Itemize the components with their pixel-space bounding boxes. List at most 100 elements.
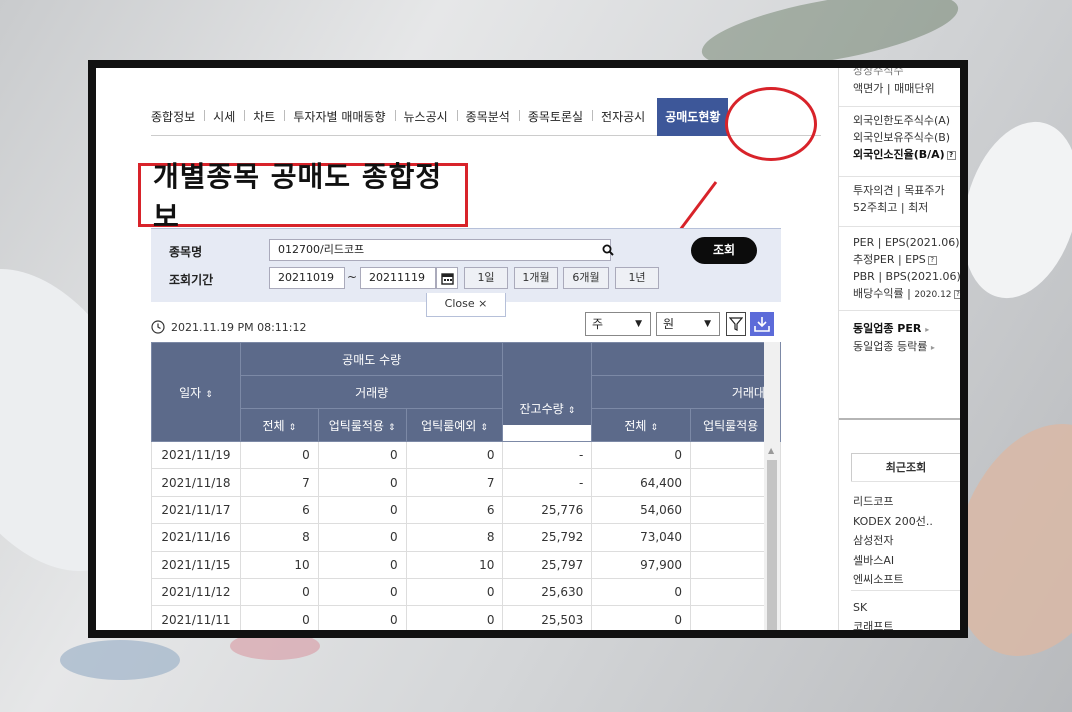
timestamp-text: 2021.11.19 PM 08:11:12 <box>171 320 307 334</box>
recent-item[interactable]: 셀바스AI <box>853 551 933 571</box>
col-empty-header <box>591 342 781 376</box>
sidebar-sector-block: 동일업종 PER ▸ 동일업종 등락률 ▸ <box>853 320 935 356</box>
col-total-header[interactable]: 전체 ⇕ <box>239 408 319 442</box>
opinion-row: 투자의견 | 목표주가 <box>853 184 945 197</box>
recent-item[interactable]: 삼성전자 <box>853 531 933 551</box>
table-row: 2021/11/17 6 0 6 25,776 54,060 <box>151 495 781 525</box>
foreign-ratio-row: 외국인소진율(B/A)? <box>853 146 956 163</box>
value-cell: 6 <box>239 495 319 525</box>
value-cell: 54,060 <box>591 495 692 525</box>
calendar-button[interactable] <box>436 267 458 289</box>
tab-chart[interactable]: 차트 <box>244 108 284 125</box>
scroll-up-icon[interactable]: ▲ <box>768 446 774 455</box>
value-cell: 7 <box>405 468 504 497</box>
value-cell: 0 <box>317 440 407 470</box>
sidebar-divider <box>851 481 960 482</box>
recent-item[interactable]: 엔씨소프트 <box>853 570 933 590</box>
period-label: 조회기간 <box>169 273 214 287</box>
sidebar-divider <box>851 590 960 591</box>
sector-per-label: 동일업종 PER <box>853 322 922 335</box>
value-cell: 6 <box>405 495 504 525</box>
scroll-thumb[interactable] <box>767 460 777 630</box>
sort-icon: ⇕ <box>480 422 488 433</box>
value-cell: 0 <box>239 440 319 470</box>
col-total-label: 전체 <box>262 418 285 433</box>
help-icon[interactable]: ? <box>927 255 937 265</box>
query-button[interactable]: 조회 <box>691 237 757 264</box>
sort-icon: ⇕ <box>650 422 658 433</box>
unit-select[interactable]: 주 ▼ <box>585 312 651 336</box>
value-cell: 10 <box>405 550 504 579</box>
sidebar-divider-thick <box>839 418 960 420</box>
tab-investor-trend[interactable]: 투자자별 매매동향 <box>284 108 394 125</box>
currency-select[interactable]: 원 ▼ <box>656 312 720 336</box>
sidebar-foreign-block: 외국인한도주식수(A) 외국인보유주식수(B) 외국인소진율(B/A)? <box>853 112 956 163</box>
stock-tab-nav: 종합정보 시세 차트 투자자별 매매동향 뉴스공시 종목분석 종목토론실 전자공… <box>151 97 821 136</box>
dividend-date: 2020.12 <box>914 290 952 300</box>
foreign-holding-label: 외국인보유주식수(B) <box>853 131 951 144</box>
value-cell: 0 <box>317 468 407 497</box>
sector-rate-link[interactable]: 동일업종 등락률 ▸ <box>853 338 935 356</box>
date-to-input[interactable]: 20211119 <box>360 267 436 289</box>
table-scrollbar[interactable]: ▲ <box>764 342 780 630</box>
recent-item[interactable]: 코래프트 <box>853 617 893 630</box>
close-panel-button[interactable]: Close × <box>426 293 506 317</box>
date-cell: 2021/11/16 <box>151 523 241 552</box>
col-date-header[interactable]: 일자 ⇕ <box>151 342 241 442</box>
recent-item[interactable]: 리드코프 <box>853 492 933 512</box>
target-label: 목표주가 <box>904 184 945 197</box>
week52-row: 52주최고 | 최저 <box>853 201 929 214</box>
search-icon[interactable] <box>602 244 614 256</box>
period-1year-button[interactable]: 1년 <box>615 267 659 289</box>
col-uptick-exempt-label: 업틱룰예외 <box>421 418 477 433</box>
tab-summary[interactable]: 종합정보 <box>151 108 204 125</box>
recent-views-list: 리드코프 KODEX 200선.. 삼성전자 셀바스AI 엔씨소프트 <box>853 492 933 590</box>
download-button[interactable] <box>750 312 774 336</box>
recent-item[interactable]: SK <box>853 598 893 617</box>
tab-price[interactable]: 시세 <box>204 108 244 125</box>
filter-button[interactable] <box>726 312 746 336</box>
est-per-label: 추정PER <box>853 253 895 266</box>
sidebar-cut-label: 상장주식수 <box>853 68 904 77</box>
recent-item[interactable]: KODEX 200선.. <box>853 512 933 532</box>
period-1month-button[interactable]: 1개월 <box>514 267 558 289</box>
tab-disclosure[interactable]: 전자공시 <box>592 108 654 125</box>
currency-select-value: 원 <box>663 317 675 331</box>
est-per-row: 추정PER | EPS? <box>853 251 960 268</box>
period-6month-button[interactable]: 6개월 <box>563 267 609 289</box>
tab-analysis[interactable]: 종목분석 <box>456 108 519 125</box>
table-row: 2021/11/19 0 0 0-0 <box>151 440 781 470</box>
short-selling-table: 일자 ⇕ 공매도 수량 거래량 거래대금 전체 ⇕ 업틱룰적용 ⇕ 업틱룰예외 ⇕ 잔고… <box>151 342 781 630</box>
stock-search-input[interactable]: 012700/리드코프 <box>269 239 614 261</box>
value-cell: 7 <box>239 468 319 497</box>
value-cell: 25,797 <box>502 550 593 579</box>
value-cell: 0 <box>405 605 504 630</box>
tab-news[interactable]: 뉴스공시 <box>394 108 457 125</box>
date-range-separator: ~ <box>347 270 358 284</box>
help-icon[interactable]: ? <box>953 289 960 299</box>
recent-views-list-2: SK 코래프트 <box>853 598 893 630</box>
date-from-input[interactable]: 20211019 <box>269 267 345 289</box>
col-amount-total-header[interactable]: 전체 ⇕ <box>591 408 692 442</box>
sector-per-link[interactable]: 동일업종 PER ▸ <box>853 320 935 338</box>
face-label: 액면가 <box>853 82 884 95</box>
filter-icon <box>729 317 743 331</box>
col-balance-header[interactable]: 잔고수량 ⇕ <box>502 392 593 426</box>
sidebar-valuation-block: PER | EPS(2021.06)? 추정PER | EPS? PBR | B… <box>853 234 960 304</box>
col-uptick-applied-header[interactable]: 업틱룰적용 ⇕ <box>317 408 407 442</box>
tab-short-selling[interactable]: 공매도현황 <box>657 97 729 136</box>
trade-unit-label: 매매단위 <box>894 82 935 95</box>
col-trade-amount-header: 거래대금 <box>591 375 781 409</box>
chevron-right-icon: ▸ <box>930 343 935 352</box>
stock-search-value: 012700/리드코프 <box>278 243 365 256</box>
table-body: 2021/11/19 0 0 0-0 2021/11/18 7 0 7-64,400 2021/… <box>151 440 781 630</box>
download-icon <box>754 317 770 332</box>
help-icon[interactable]: ? <box>946 150 956 160</box>
tab-discussion[interactable]: 종목토론실 <box>518 108 592 125</box>
period-1day-button[interactable]: 1일 <box>464 267 508 289</box>
date-cell: 2021/11/11 <box>151 605 241 630</box>
col-uptick-exempt-header[interactable]: 업틱룰예외 ⇕ <box>405 408 504 442</box>
page-title: 개별종목 공매도 종합정보 <box>153 160 443 233</box>
recent-views-tab[interactable]: 최근조회 <box>851 453 960 481</box>
col-date-label: 일자 <box>179 385 202 400</box>
